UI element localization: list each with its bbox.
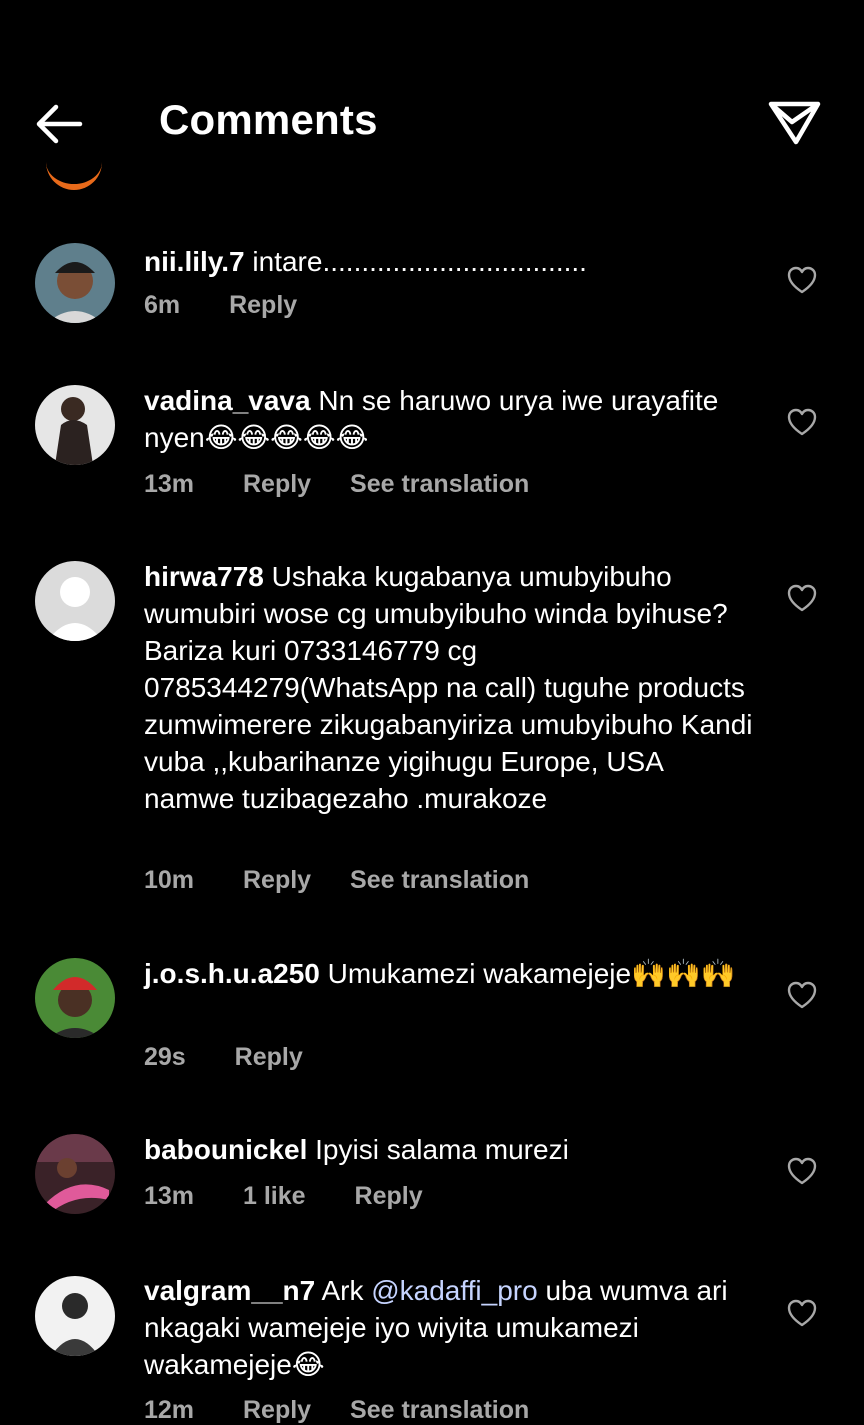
heart-icon[interactable]	[786, 265, 818, 295]
avatar[interactable]	[35, 1134, 115, 1214]
avatar[interactable]	[35, 561, 115, 641]
timestamp: 10m	[144, 866, 195, 894]
see-translation-button[interactable]: See translation	[350, 470, 529, 499]
avatar[interactable]	[35, 1276, 115, 1356]
heart-icon[interactable]	[786, 980, 818, 1010]
heart-icon[interactable]	[786, 1156, 818, 1186]
reply-button[interactable]: Reply	[355, 1182, 423, 1211]
comment-text: Ushaka kugabanya umubyibuho wumubiri wos…	[144, 561, 753, 814]
timestamp: 13m	[144, 470, 195, 498]
heart-icon[interactable]	[786, 407, 818, 437]
timestamp: 12m	[144, 1396, 195, 1424]
page-title: Comments	[159, 96, 378, 143]
reply-button[interactable]: Reply	[235, 1043, 303, 1072]
reply-button[interactable]: Reply	[243, 1396, 311, 1425]
heart-icon[interactable]	[786, 1298, 818, 1328]
send-icon[interactable]	[764, 96, 824, 152]
timestamp: 6m	[144, 291, 181, 319]
top-bar: Comments	[0, 0, 864, 190]
username[interactable]: babounickel	[144, 1134, 307, 1165]
username[interactable]: valgram__n7	[144, 1275, 315, 1306]
reply-button[interactable]: Reply	[243, 866, 311, 895]
avatar[interactable]	[35, 243, 115, 323]
reply-button[interactable]: Reply	[229, 291, 297, 320]
mention-link[interactable]: @kadaffi_pro	[371, 1275, 537, 1306]
reply-button[interactable]: Reply	[243, 470, 311, 499]
username[interactable]: nii.lily.7	[144, 246, 245, 277]
like-count[interactable]: 1 like	[243, 1182, 306, 1211]
username[interactable]: hirwa778	[144, 561, 264, 592]
back-arrow-icon[interactable]	[30, 98, 92, 150]
timestamp: 13m	[144, 1182, 195, 1210]
heart-icon[interactable]	[786, 583, 818, 613]
comment-text: Ipyisi salama murezi	[315, 1134, 569, 1165]
comment-text-before: Ark	[321, 1275, 372, 1306]
comment-text: Umukamezi wakamejeje🙌🙌🙌	[327, 958, 736, 989]
see-translation-button[interactable]: See translation	[350, 1396, 529, 1425]
username[interactable]: j.o.s.h.u.a250	[144, 958, 320, 989]
avatar[interactable]	[35, 385, 115, 465]
avatar[interactable]	[35, 958, 115, 1038]
username[interactable]: vadina_vava	[144, 385, 311, 416]
comment-text: intare..................................	[252, 246, 587, 277]
see-translation-button[interactable]: See translation	[350, 866, 529, 895]
timestamp: 29s	[144, 1043, 186, 1071]
